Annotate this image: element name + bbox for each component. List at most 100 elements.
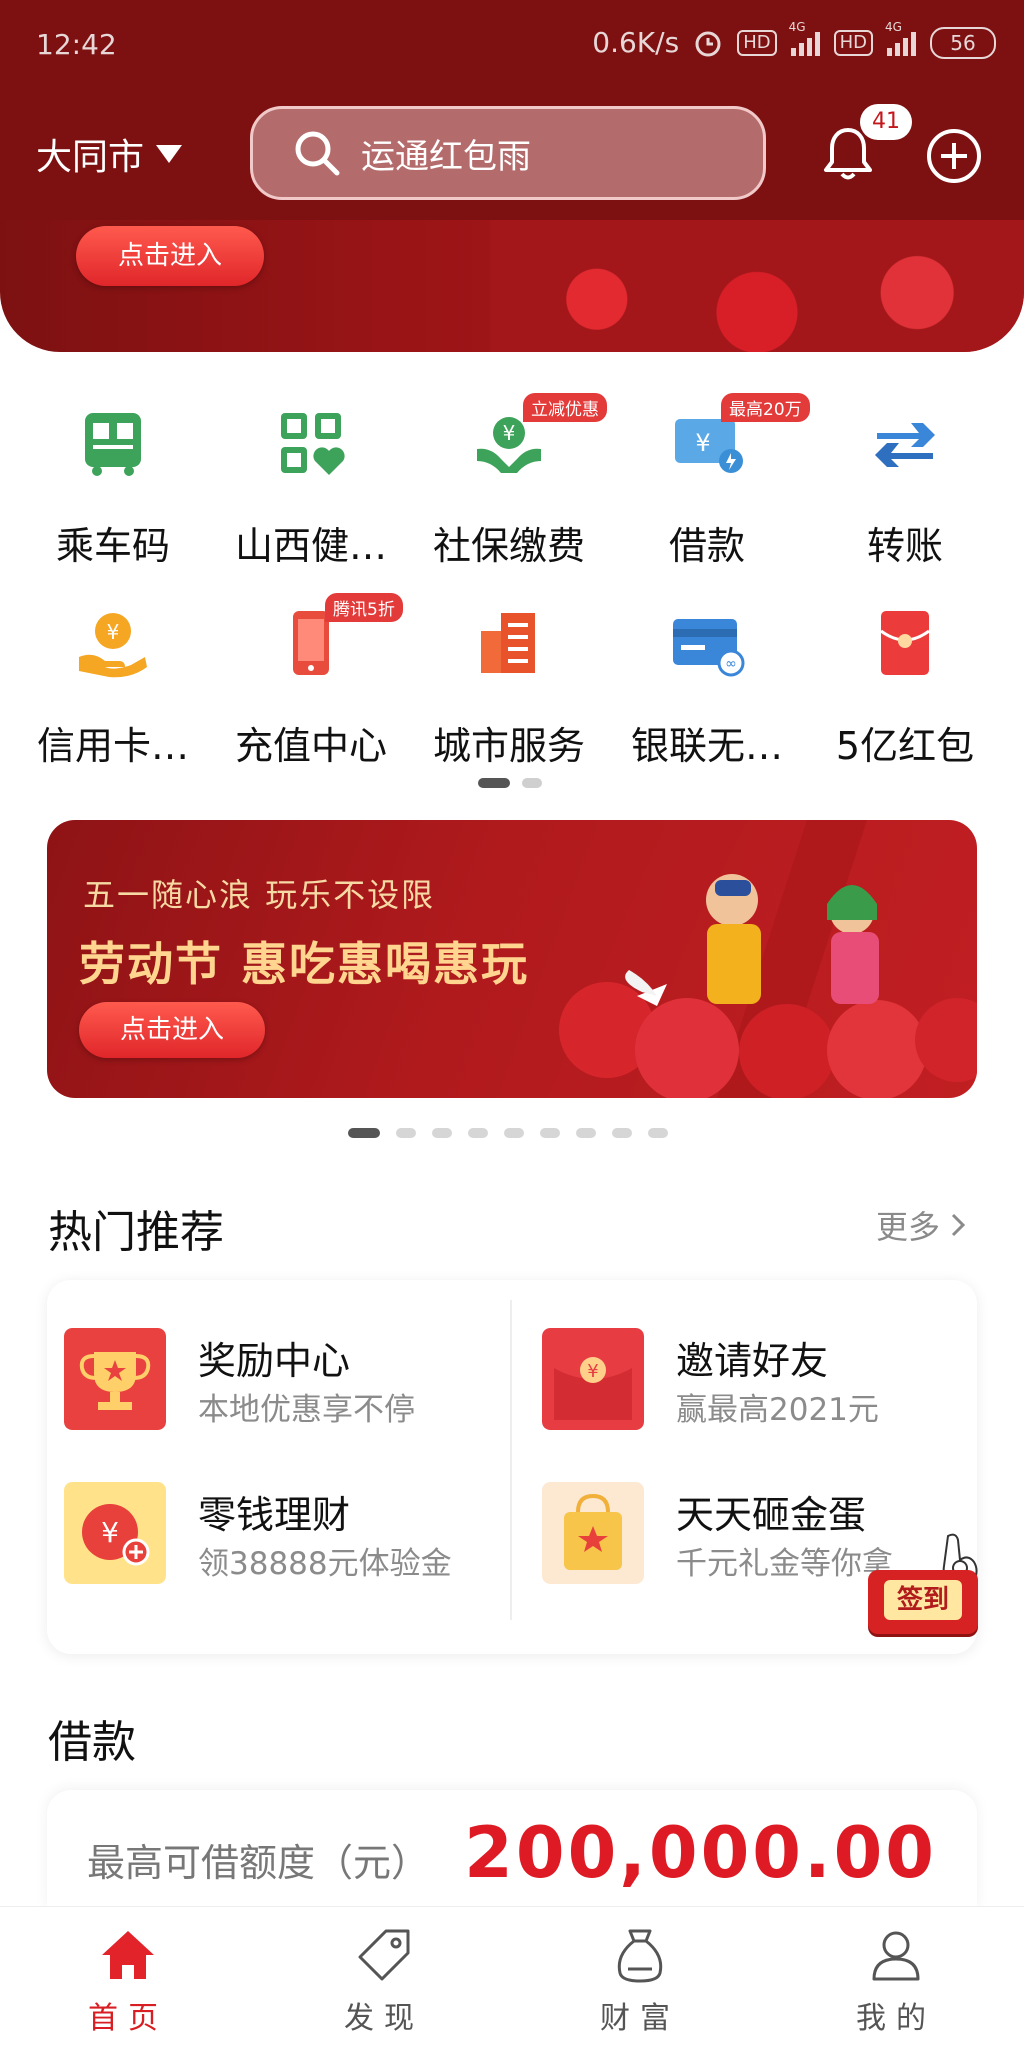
loan-card[interactable]: 最高可借额度（元） 200,000.00 [47,1790,977,1910]
svg-text:¥: ¥ [503,421,516,445]
page-dot [522,778,542,788]
app-header: 大同市 运通红包雨 41 [0,100,1024,200]
promo-tag: 最高20万 [721,393,810,422]
service-label: 信用卡… [36,724,189,768]
loan-section-title: 借款 [48,1717,136,1768]
hot-item-wealth[interactable]: ¥ 零钱理财 领38888元体验金 [64,1482,484,1592]
hot-item-subtitle: 赢最高2021元 [676,1392,879,1428]
dropdown-triangle-icon [156,145,183,163]
grid-page-indicator [478,778,542,788]
divider [510,1300,512,1620]
yuan-coin-plus-icon: ¥ [64,1482,166,1584]
nav-label: 我的 [856,2001,936,2036]
service-health-code[interactable]: 山西健… [211,405,411,585]
service-label: 5亿红包 [835,724,975,768]
health-code-icon [281,413,345,475]
promo-banner[interactable]: 五一随心浪 玩乐不设限 劳动节 惠吃惠喝惠玩 点击进入 [47,820,977,1098]
banner-illustration [490,220,1024,352]
service-social-security[interactable]: ¥ 立减优惠 社保缴费 [409,393,609,585]
service-recharge[interactable]: 腾讯5折 充值中心 [211,593,411,785]
service-credit-card[interactable]: ¥ 信用卡… [13,605,213,785]
hd-badge: HD [737,29,777,56]
banner-subtitle: 五一随心浪 玩乐不设限 [83,876,436,914]
banner-illustration [547,820,977,1098]
hot-item-subtitle: 领38888元体验金 [198,1546,452,1582]
alarm-icon [695,31,721,56]
nav-label: 发现 [344,2001,424,2036]
hot-item-subtitle: 本地优惠享不停 [198,1392,415,1428]
red-envelope-icon [880,611,930,675]
trophy-icon [64,1328,166,1430]
service-red-envelope[interactable]: 5亿红包 [805,605,1005,785]
bus-qrcode-icon [85,413,141,476]
service-bus-code[interactable]: 乘车码 [13,405,213,585]
tag-icon [358,1929,410,1981]
hot-item-title: 奖励中心 [198,1339,351,1383]
svg-text:¥: ¥ [101,1516,119,1549]
battery-indicator: 56 [930,26,996,59]
svg-text:¥: ¥ [107,620,120,644]
status-time: 12:42 [36,28,117,61]
service-label: 社保缴费 [432,524,585,568]
credit-card-hand-icon: ¥ [79,613,147,678]
enter-button[interactable]: 点击进入 [79,1002,265,1058]
signin-floating-button[interactable]: 签到 [868,1532,982,1642]
service-label: 充值中心 [234,724,387,768]
home-icon [102,1931,154,1979]
service-label: 银联无… [630,724,783,768]
chevron-right-icon [951,1213,966,1237]
page-dot [348,1128,380,1138]
network-speed: 0.6K/s [592,26,680,59]
hot-item-title: 天天砸金蛋 [676,1493,867,1537]
page-dot [468,1128,488,1138]
page-dot [612,1128,632,1138]
svg-text:∞: ∞ [725,656,737,672]
signal-network-label: 4G [788,19,806,34]
unionpay-card-icon: ∞ [673,619,745,677]
city-name: 大同市 [36,137,145,178]
page-dot [396,1128,416,1138]
page-dot [540,1128,560,1138]
nav-profile[interactable]: 我的 [768,1925,1024,2037]
hot-item-title: 邀请好友 [676,1339,829,1383]
nav-home[interactable]: 首页 [0,1925,256,2037]
user-icon [872,1931,920,1981]
nav-wealth[interactable]: 财富 [512,1925,768,2037]
notification-badge: 41 [860,104,912,140]
nav-label: 首页 [88,2001,168,2036]
signal-network-label: 4G [885,19,902,34]
search-icon [295,131,340,176]
service-row: 乘车码 山西健… ¥ 立减优惠 社保缴费 ¥ 最高20万 借款 转账 [0,393,1024,585]
page-dot [504,1128,524,1138]
svg-text:¥: ¥ [695,429,710,457]
city-selector[interactable]: 大同市 [36,128,183,180]
city-building-icon [481,613,535,673]
add-circle-icon[interactable] [924,126,984,186]
hot-section-title: 热门推荐 [48,1207,224,1258]
enter-button[interactable]: 点击进入 [76,226,264,286]
banner-page-indicator [348,1128,668,1138]
hot-item-invite[interactable]: ¥ 邀请好友 赢最高2021元 [542,1328,962,1438]
hot-item-rewards[interactable]: 奖励中心 本地优惠享不停 [64,1328,484,1438]
more-link[interactable]: 更多 [876,1202,966,1248]
page-dot [432,1128,452,1138]
bottom-navigation: 首页 发现 财富 我的 [0,1906,1024,2046]
search-bar[interactable]: 运通红包雨 [250,106,766,200]
top-banner[interactable]: 点击进入 [0,220,1024,352]
service-label: 城市服务 [432,724,585,768]
service-row: ¥ 信用卡… 腾讯5折 充值中心 城市服务 ∞ 银联无… 5亿红包 [0,593,1024,785]
more-label: 更多 [875,1208,940,1246]
nav-discover[interactable]: 发现 [256,1925,512,2037]
banner-title: 劳动节 惠吃惠喝惠玩 [79,937,530,991]
service-transfer[interactable]: 转账 [805,405,1005,585]
svg-text:¥: ¥ [587,1361,598,1382]
service-loan[interactable]: ¥ 最高20万 借款 [607,393,810,585]
nav-label: 财富 [600,2001,680,2036]
transfer-arrows-icon [875,423,935,467]
hot-item-subtitle: 千元礼金等你拿 [676,1546,893,1582]
hd-badge: HD [833,29,873,56]
service-unionpay[interactable]: ∞ 银联无… [607,605,807,785]
service-label: 借款 [668,524,745,568]
signin-label: 签到 [884,1580,962,1620]
service-city[interactable]: 城市服务 [409,605,609,785]
